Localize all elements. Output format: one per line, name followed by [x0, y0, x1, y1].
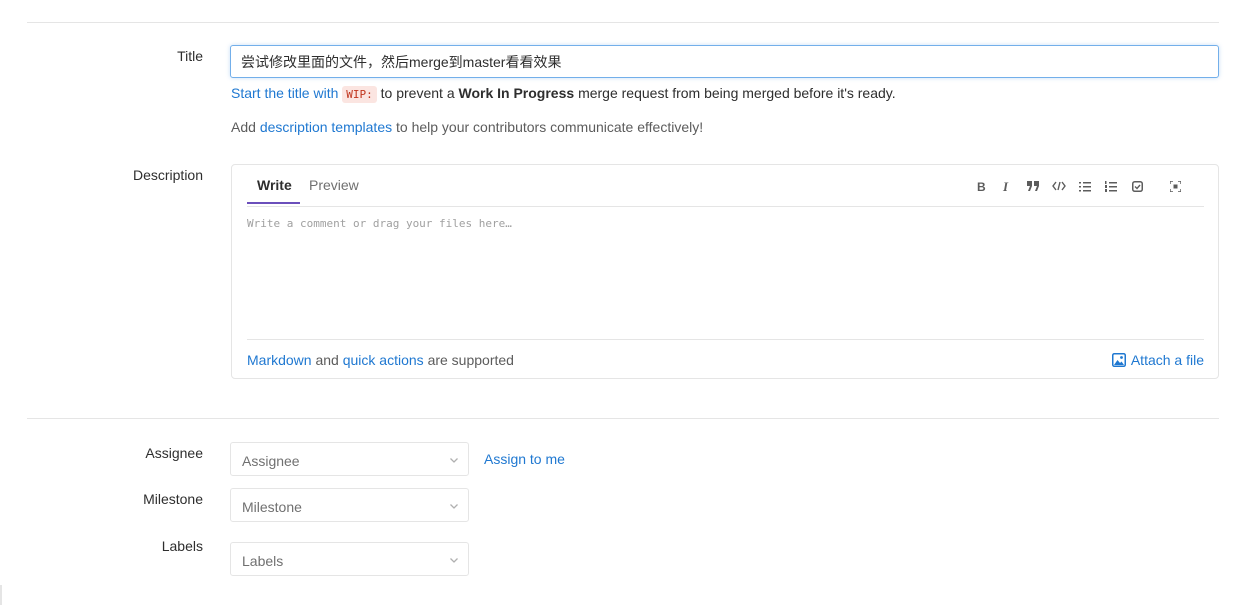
- numbered-list-icon[interactable]: [1098, 178, 1124, 194]
- wip-hint-text2: merge request from being merged before i…: [578, 85, 896, 101]
- milestone-dropdown-text: Milestone: [242, 499, 302, 515]
- description-templates-link[interactable]: description templates: [260, 119, 392, 135]
- tab-preview[interactable]: Preview: [309, 177, 359, 193]
- milestone-dropdown[interactable]: Milestone: [230, 488, 469, 522]
- labels-label: Labels: [161, 538, 203, 554]
- image-icon: [1111, 353, 1126, 367]
- fullscreen-icon[interactable]: [1162, 178, 1188, 194]
- left-edge-divider: [0, 585, 2, 605]
- svg-text:I: I: [1002, 180, 1009, 192]
- svg-text:B: B: [977, 180, 986, 192]
- tab-write[interactable]: Write: [257, 177, 292, 193]
- bold-icon[interactable]: B: [968, 178, 994, 194]
- chevron-down-icon: [450, 458, 458, 463]
- code-icon[interactable]: [1046, 178, 1072, 194]
- assignee-dropdown[interactable]: Assignee: [230, 442, 469, 476]
- wip-hint-bold: Work In Progress: [458, 85, 575, 101]
- description-footer: Markdown and quick actions are supported…: [247, 339, 1204, 380]
- assignee-label: Assignee: [145, 445, 203, 461]
- chevron-down-icon: [450, 504, 458, 509]
- footer-supported: are supported: [427, 352, 514, 368]
- assign-to-me-link[interactable]: Assign to me: [484, 451, 565, 467]
- attach-file-label: Attach a file: [1130, 352, 1204, 368]
- templates-hint: Add description templates to help your c…: [231, 119, 703, 135]
- italic-icon[interactable]: I: [994, 178, 1020, 194]
- description-label: Description: [132, 167, 203, 183]
- quick-actions-link[interactable]: quick actions: [343, 352, 424, 368]
- section-divider: [27, 418, 1219, 419]
- templates-hint-suffix: to help your contributors communicate ef…: [396, 119, 704, 135]
- attach-file-button[interactable]: Attach a file: [1111, 352, 1204, 368]
- description-tabs: Write Preview B I: [247, 165, 1204, 207]
- milestone-label: Milestone: [143, 491, 203, 507]
- wip-hint-text1: to prevent a: [380, 85, 455, 101]
- task-list-icon[interactable]: [1124, 178, 1150, 194]
- bullet-list-icon[interactable]: [1072, 178, 1098, 194]
- top-divider: [27, 22, 1219, 23]
- assignee-dropdown-text: Assignee: [242, 453, 300, 469]
- markdown-support-note: Markdown and quick actions are supported: [247, 352, 514, 368]
- title-input[interactable]: [230, 45, 1219, 78]
- markdown-link[interactable]: Markdown: [247, 352, 312, 368]
- labels-dropdown-text: Labels: [242, 553, 284, 569]
- templates-hint-prefix: Add: [231, 119, 256, 135]
- quote-icon[interactable]: [1020, 178, 1046, 194]
- description-editor: Write Preview B I Write a comment or dra…: [231, 164, 1219, 379]
- wip-hint-link[interactable]: Start the title with: [231, 85, 338, 101]
- wip-code: WIP:: [342, 86, 377, 103]
- description-textarea[interactable]: Write a comment or drag your files here…: [247, 217, 1204, 337]
- markdown-toolbar: B I: [968, 178, 1188, 194]
- title-label: Title: [177, 48, 203, 64]
- labels-dropdown[interactable]: Labels: [230, 542, 469, 576]
- wip-hint: Start the title with WIP: to prevent a W…: [231, 85, 896, 103]
- tab-write-underline: [247, 202, 300, 204]
- footer-and: and: [315, 352, 339, 368]
- chevron-down-icon: [450, 558, 458, 563]
